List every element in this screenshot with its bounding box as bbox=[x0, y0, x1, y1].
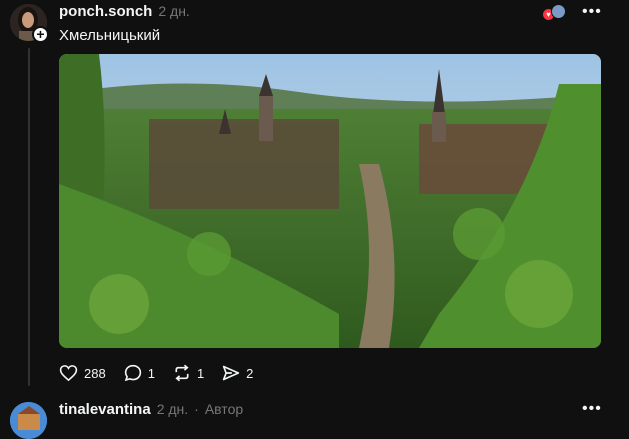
repost-button[interactable]: 1 bbox=[173, 364, 204, 382]
more-icon[interactable]: ••• bbox=[582, 3, 602, 21]
post-header: tinalevantina 2 дн. · Автор bbox=[59, 401, 243, 418]
liked-by-indicator[interactable]: ♥ bbox=[543, 4, 567, 22]
comment-count: 1 bbox=[147, 365, 155, 381]
post-caption: Хмельницький bbox=[59, 27, 161, 44]
repost-icon bbox=[175, 364, 189, 382]
thread-connector-line bbox=[28, 48, 30, 386]
username[interactable]: ponch.sonch bbox=[59, 3, 152, 20]
comment-icon bbox=[124, 364, 141, 382]
follow-plus-icon[interactable]: + bbox=[32, 26, 49, 43]
post-actions: 288 1 1 2 bbox=[59, 364, 253, 382]
author-separator: · bbox=[194, 401, 199, 417]
post-header: ponch.sonch 2 дн. bbox=[59, 3, 190, 21]
post-time[interactable]: 2 дн. bbox=[158, 3, 189, 19]
thread-post: + ponch.sonch 2 дн. ♥ ••• Хмельницький 2… bbox=[0, 0, 629, 395]
avatar[interactable] bbox=[10, 402, 47, 439]
post-image[interactable] bbox=[59, 54, 601, 348]
next-thread-post: tinalevantina 2 дн. · Автор ••• bbox=[0, 398, 629, 439]
liker-avatar bbox=[551, 4, 566, 19]
repost-count: 1 bbox=[196, 365, 205, 381]
share-button[interactable]: 2 bbox=[222, 364, 253, 382]
heart-icon bbox=[59, 365, 78, 382]
username[interactable]: tinalevantina bbox=[59, 401, 151, 418]
post-time[interactable]: 2 дн. bbox=[157, 401, 188, 417]
share-icon bbox=[222, 365, 240, 381]
like-button[interactable]: 288 bbox=[59, 364, 106, 382]
more-icon[interactable]: ••• bbox=[582, 400, 602, 418]
author-badge: Автор bbox=[204, 401, 244, 417]
like-count: 288 bbox=[84, 365, 106, 381]
share-count: 2 bbox=[246, 365, 254, 381]
comment-button[interactable]: 1 bbox=[124, 364, 155, 382]
